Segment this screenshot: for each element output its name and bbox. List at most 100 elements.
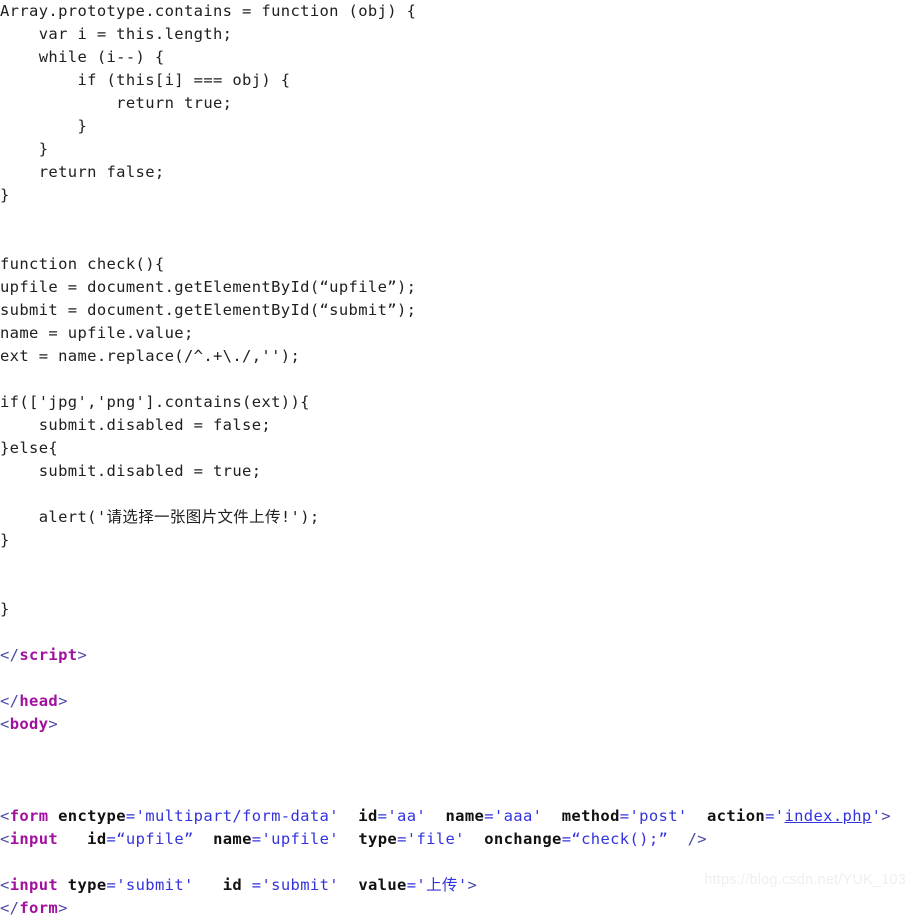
code-token: < xyxy=(0,807,10,825)
code-line: return false; xyxy=(0,161,912,184)
code-token: submit xyxy=(271,876,330,894)
code-token: < xyxy=(0,830,10,848)
code-token: /> xyxy=(687,830,707,848)
code-token: ' xyxy=(871,807,882,825)
code-token: name xyxy=(213,830,252,848)
code-token: id xyxy=(222,876,243,894)
code-token: aa xyxy=(397,807,417,825)
code-token: Array.prototype.contains = function (obj… xyxy=(0,2,417,20)
code-token: input xyxy=(9,830,59,848)
code-token: if(['jpg','png'].contains(ext)){ xyxy=(0,393,310,411)
code-line: } xyxy=(0,529,912,552)
code-token: > xyxy=(881,807,891,825)
code-token: script xyxy=(19,646,78,664)
code-token: </ xyxy=(0,692,20,710)
code-token: =' xyxy=(251,830,272,848)
code-token: } xyxy=(0,186,10,204)
code-token: id xyxy=(87,830,107,848)
code-line: </script> xyxy=(0,644,912,667)
code-line: } xyxy=(0,184,912,207)
code-token: =' xyxy=(765,807,785,825)
code-token: ” xyxy=(184,830,194,848)
code-token: 上传 xyxy=(426,876,458,894)
code-token: id xyxy=(358,807,378,825)
code-token: =' xyxy=(125,807,146,825)
code-token: !'); xyxy=(280,508,320,526)
code-token: =' xyxy=(377,807,398,825)
code-token: submit = document.getElementById(“submit… xyxy=(0,301,417,319)
code-token: value xyxy=(358,876,407,894)
code-token: ” xyxy=(658,830,669,848)
code-token: upfile = document.getElementById(“upfile… xyxy=(0,278,417,296)
code-token: ' xyxy=(677,807,688,825)
code-line: submit.disabled = true; xyxy=(0,460,912,483)
code-token: method xyxy=(561,807,620,825)
code-token: ' xyxy=(455,830,465,848)
code-token: </ xyxy=(0,899,20,917)
code-line: name = upfile.value; xyxy=(0,322,912,345)
code-token: ' xyxy=(457,876,468,894)
code-line: alert('请选择一张图片文件上传!'); xyxy=(0,506,912,529)
code-token: =' xyxy=(406,876,427,894)
code-token: onchange xyxy=(484,830,562,848)
code-token: post xyxy=(639,807,678,825)
code-token: type xyxy=(358,830,398,848)
code-line: <form enctype='multipart/form-data' id='… xyxy=(0,805,912,828)
code-token: > xyxy=(58,899,68,917)
code-token: form xyxy=(19,899,59,917)
code-line: var i = this.length; xyxy=(0,23,912,46)
code-line: submit = document.getElementById(“submit… xyxy=(0,299,912,322)
code-token: name xyxy=(445,807,485,825)
code-line: while (i--) { xyxy=(0,46,912,69)
code-line: if(['jpg','png'].contains(ext)){ xyxy=(0,391,912,414)
code-token: var i = this.length; xyxy=(0,25,233,43)
code-token: ' xyxy=(416,807,427,825)
code-token: < xyxy=(0,715,10,733)
code-token: =' xyxy=(397,830,417,848)
code-token: form xyxy=(9,807,49,825)
code-token: alert(' xyxy=(0,508,107,526)
code-token: < xyxy=(0,876,10,894)
code-token: ' xyxy=(329,830,339,848)
code-token: } xyxy=(0,531,10,549)
code-token: return false; xyxy=(0,163,165,181)
code-token: ' xyxy=(329,876,339,894)
code-token: index.php xyxy=(784,807,872,825)
code-token: =“ xyxy=(561,830,582,848)
code-token: > xyxy=(48,715,59,733)
code-token: 请选择一张图片文件上传 xyxy=(106,508,281,526)
code-token: > xyxy=(58,692,68,710)
code-line: } xyxy=(0,598,912,621)
code-line: </form> xyxy=(0,897,912,920)
code-token: }else{ xyxy=(0,439,59,457)
code-token: ' xyxy=(532,807,543,825)
code-line: if (this[i] === obj) { xyxy=(0,69,912,92)
code-token: submit xyxy=(125,876,184,894)
code-token: input xyxy=(9,876,59,894)
code-token: enctype xyxy=(58,807,126,825)
code-token: ' xyxy=(329,807,339,825)
code-token: </ xyxy=(0,646,20,664)
code-token: function check(){ xyxy=(0,255,165,273)
code-token: while (i--) { xyxy=(0,48,165,66)
code-listing: Array.prototype.contains = function (obj… xyxy=(0,0,912,920)
code-token: check(); xyxy=(581,830,659,848)
code-line: <input id=“upfile” name='upfile' type='f… xyxy=(0,828,912,851)
code-token: =“ xyxy=(106,830,126,848)
